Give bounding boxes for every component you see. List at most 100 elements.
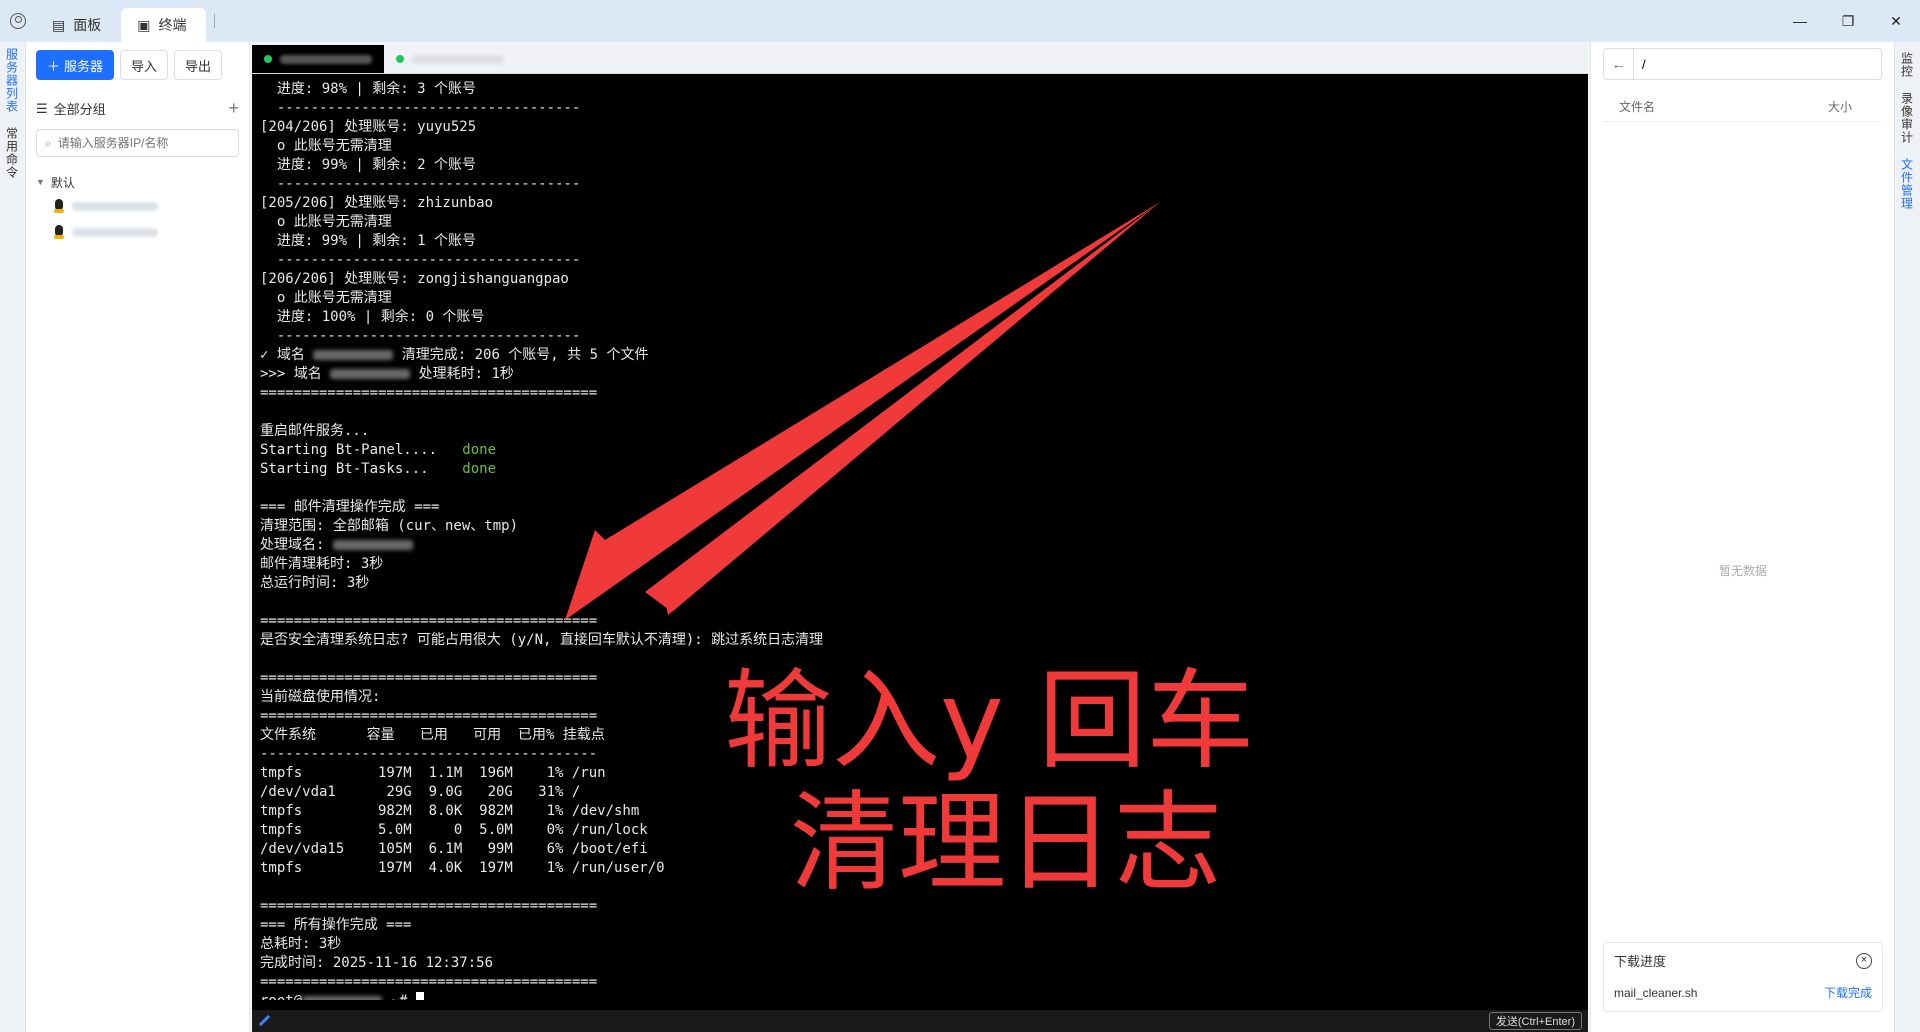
add-server-button[interactable]: ＋ 服务器 <box>36 50 115 80</box>
terminal-line: 重启邮件服务... <box>260 423 370 439</box>
user-button[interactable] <box>0 0 36 42</box>
download-title-row: 下载进度 × <box>1614 951 1872 970</box>
download-filename: mail_cleaner.sh <box>1614 985 1698 1000</box>
close-button[interactable]: ✕ <box>1872 0 1920 42</box>
terminal-line: ------------------------------------ <box>260 176 581 192</box>
terminal-line: ======================================== <box>260 613 598 629</box>
terminal-line: 处理域名: <box>260 536 1580 555</box>
annotation-text-line1: 输入y 回车 <box>724 659 1255 784</box>
terminal-line: 总耗时: 3秒 <box>260 936 342 952</box>
edit-icon[interactable] <box>258 1015 270 1027</box>
done-status: done <box>462 461 497 477</box>
terminal-line: Starting Bt-Panel.... done <box>260 442 497 458</box>
terminal-line: ------------------------------------ <box>260 252 581 268</box>
file-panel: ← 文件名 大小 暂无数据 下载进度 × mail_cleaner.sh 下载完… <box>1590 42 1894 1032</box>
tree-group-default[interactable]: ▼ 默认 <box>36 171 239 193</box>
col-size: 大小 <box>1827 100 1852 114</box>
terminal-line: ✓ 域名 清理完成: 206 个账号, 共 5 个文件 <box>260 347 649 363</box>
server-panel: ＋ 服务器 导入 导出 ☰ 全部分组 + ⌕ ▼ 默认 <box>26 42 250 1032</box>
terminal-line: 进度: 99% | 剩余: 2 个账号 <box>260 157 477 173</box>
terminal-tabs <box>252 44 1588 74</box>
rail-item-session-audit[interactable]: 录像审计 <box>1900 92 1916 144</box>
annotation-text-line2: 清理日志 <box>790 781 1223 906</box>
right-rail: 监控 录像审计 文件管理 <box>1894 42 1920 1032</box>
path-bar: ← <box>1603 48 1882 80</box>
back-arrow-icon[interactable]: ← <box>1604 49 1634 79</box>
terminal-line: ------------------------------------ <box>260 100 581 116</box>
tab-terminal-label: 终端 <box>158 17 187 33</box>
terminal-line: 邮件清理耗时: 3秒 <box>260 556 384 572</box>
download-progress-card: 下载进度 × mail_cleaner.sh 下载完成 <box>1603 942 1883 1012</box>
terminal-line: root@ ~# <box>260 992 1580 1000</box>
minimize-button[interactable]: — <box>1776 0 1824 42</box>
tab-terminal[interactable]: ▣ 终端 <box>121 8 207 42</box>
caret-down-icon: ▼ <box>36 177 45 187</box>
terminal-line: 总运行时间: 3秒 <box>260 575 370 591</box>
terminal-line: [204/206] 处理账号: yuyu525 <box>260 119 477 135</box>
linux-icon <box>54 225 64 239</box>
col-filename: 文件名 <box>1619 100 1656 114</box>
download-status[interactable]: 下载完成 <box>1824 984 1872 1001</box>
terminal-line: === 邮件清理操作完成 === <box>260 499 440 515</box>
path-input[interactable] <box>1634 56 1864 72</box>
redacted-text <box>330 369 411 379</box>
server-tree: ▼ 默认 <box>26 161 249 255</box>
plus-icon: ＋ <box>47 58 61 74</box>
server-search[interactable]: ⌕ <box>36 129 239 157</box>
status-dot-icon <box>264 55 272 63</box>
terminal-line: Starting Bt-Tasks... done <box>260 461 497 477</box>
terminal-line: 进度: 100% | 剩余: 0 个账号 <box>260 309 485 325</box>
server-item[interactable] <box>36 219 239 245</box>
terminal-line: 完成时间: 2025-11-16 12:37:56 <box>260 955 494 971</box>
redacted-text <box>313 350 394 360</box>
group-selector[interactable]: ☰ 全部分组 + <box>26 92 249 125</box>
download-title: 下载进度 <box>1614 954 1667 969</box>
terminal-icon: ▣ <box>137 16 151 33</box>
panel-icon: ▤ <box>52 16 66 33</box>
terminal-line: 清理范围: 全部邮箱 (cur、new、tmp) <box>260 518 519 534</box>
linux-icon <box>54 199 64 213</box>
redacted-text <box>302 996 383 1000</box>
user-icon <box>10 13 26 29</box>
tree-group-label: 默认 <box>50 175 75 190</box>
done-status: done <box>462 442 497 458</box>
server-search-input[interactable] <box>57 136 218 150</box>
session-name-redacted <box>412 54 504 64</box>
search-icon: ⌕ <box>45 135 52 150</box>
tab-panel-label: 面板 <box>73 17 102 33</box>
server-toolbar: ＋ 服务器 导入 导出 <box>26 42 249 88</box>
terminal-line: o 此账号无需清理 <box>260 138 392 154</box>
title-bar: ▤ 面板 ▣ 终端 — ❐ ✕ <box>0 0 1920 42</box>
terminal-line: ------------------------------------ <box>260 328 581 344</box>
terminal-line: 是否安全清理系统日志? 可能占用很大 (y/N, 直接回车默认不清理): 跳过系… <box>260 632 824 648</box>
group-label: 全部分组 <box>53 102 106 117</box>
export-button[interactable]: 导出 <box>174 50 223 80</box>
import-button[interactable]: 导入 <box>120 50 169 80</box>
rail-item-common-commands[interactable]: 常用命令 <box>5 127 21 179</box>
server-item[interactable] <box>36 193 239 219</box>
add-group-icon[interactable]: + <box>228 98 239 119</box>
tab-panel[interactable]: ▤ 面板 <box>36 8 121 42</box>
add-server-label: 服务器 <box>64 58 104 74</box>
window-controls: — ❐ ✕ <box>1776 0 1920 42</box>
terminal-line: [205/206] 处理账号: zhizunbao <box>260 195 494 211</box>
terminal-line: 进度: 98% | 剩余: 3 个账号 <box>260 81 477 97</box>
terminal-line: [206/206] 处理账号: zongjishanguangpao <box>260 271 569 287</box>
rail-item-file-manager[interactable]: 文件管理 <box>1900 158 1916 210</box>
terminal-session-tab[interactable] <box>252 45 384 73</box>
file-table-header: 文件名 大小 <box>1603 86 1882 122</box>
session-name-redacted <box>280 54 372 64</box>
rail-item-monitor[interactable]: 监控 <box>1900 52 1916 78</box>
terminal-session-tab[interactable] <box>384 45 516 73</box>
redacted-text <box>332 540 413 550</box>
empty-state: 暂无数据 <box>1718 564 1767 578</box>
restore-button[interactable]: ❐ <box>1824 0 1872 42</box>
send-button[interactable]: 发送(Ctrl+Enter) <box>1488 1012 1582 1030</box>
rail-item-server-list[interactable]: 服务器列表 <box>5 48 21 113</box>
left-rail: 服务器列表 常用命令 <box>0 42 26 1032</box>
terminal-footer: 发送(Ctrl+Enter) <box>252 1010 1588 1032</box>
close-icon[interactable]: × <box>1856 952 1872 969</box>
